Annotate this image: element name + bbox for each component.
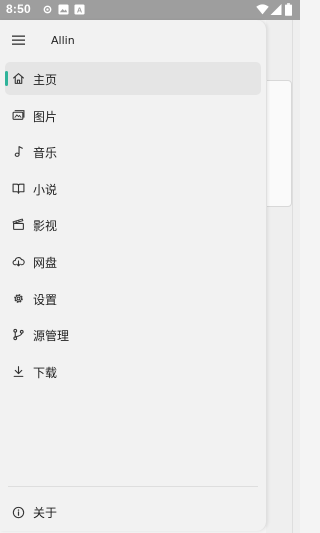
home-icon [13,73,24,84]
nav-item-label: 音乐 [33,146,58,161]
app-a-icon: A [74,4,85,15]
drawer-divider [8,486,258,487]
nav-item-settings[interactable]: 设置 [5,282,261,315]
nav-item-video[interactable]: 影视 [5,208,261,241]
nav-item-about[interactable]: 关于 [5,498,261,526]
source-branch-icon [13,328,24,341]
app-title: Allin [51,34,75,47]
nav-item-label: 网盘 [33,255,58,270]
about-label: 关于 [33,506,58,520]
nav-item-music[interactable]: 音乐 [5,135,261,168]
drawer-nav: 主页 图片 音乐 小说 影视 网盘 设置 源管理 下载 [0,62,266,391]
nav-item-label: 主页 [33,73,58,87]
nav-item-cloud-drive[interactable]: 网盘 [5,245,261,278]
settings-gear-icon [14,293,23,303]
battery-icon [285,3,292,16]
nav-item-novels[interactable]: 小说 [5,172,261,205]
nav-item-label: 影视 [33,219,58,234]
gallery-icon [12,109,25,120]
gear-icon [43,5,52,14]
status-time: 8:50 [6,2,31,16]
nav-item-label: 设置 [33,292,58,307]
drawer-scrim[interactable] [266,20,300,533]
nav-item-downloads[interactable]: 下载 [5,355,261,388]
nav-item-label: 小说 [33,182,58,197]
nav-item-source-management[interactable]: 源管理 [5,318,261,351]
nav-item-label: 图片 [33,109,58,124]
signal-icon [270,4,282,15]
wifi-icon [256,4,269,15]
book-icon [12,183,25,194]
image-icon [58,4,69,15]
nav-item-pictures[interactable]: 图片 [5,99,261,132]
music-note-icon [14,146,23,158]
nav-item-home[interactable]: 主页 [5,62,261,95]
status-bar: 8:50 A [0,0,300,20]
app-a-letter: A [77,6,83,15]
cloud-download-icon [12,257,25,267]
info-icon [12,506,25,519]
clapperboard-icon [12,218,24,231]
drawer-header: Allin [0,20,266,60]
nav-item-label: 下载 [33,365,58,380]
nav-item-label: 源管理 [33,329,70,344]
download-icon [13,365,24,377]
navigation-drawer: Allin 主页 图片 音乐 小说 影视 网盘 设置 源管理 下载 关于 [0,20,267,531]
hamburger-menu-icon[interactable] [10,34,28,48]
